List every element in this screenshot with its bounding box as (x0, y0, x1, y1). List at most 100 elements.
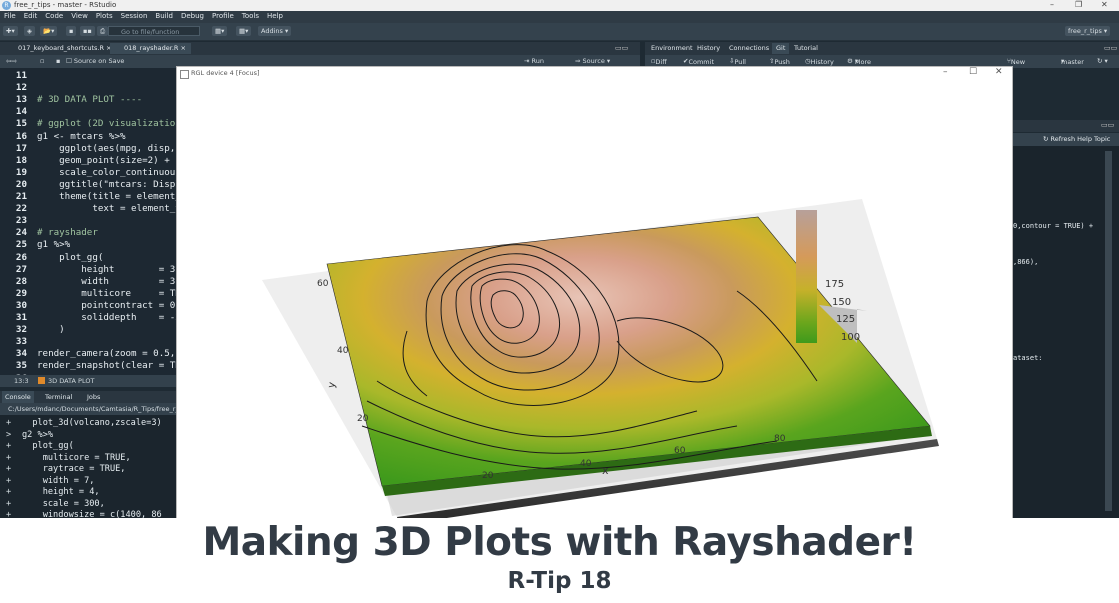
print-icon[interactable]: ⎙ (97, 26, 109, 36)
code-line[interactable]: 24 # rayshader (0, 227, 176, 239)
section-name[interactable]: 3D DATA PLOT (48, 375, 94, 387)
minimize-icon[interactable]: – (1050, 0, 1054, 9)
code-line[interactable]: 17 ggplot(aes(mpg, disp, c (0, 143, 176, 155)
code-line[interactable]: 11 (0, 70, 176, 82)
code-text: ) (37, 324, 65, 336)
project-menu[interactable]: free_r_tips ▾ (1065, 26, 1111, 36)
console-output[interactable]: + plot_3d(volcano,zscale=3) > g2 %>% + plot… (0, 415, 176, 525)
x-tick-label: 20 (482, 471, 494, 481)
workspace-panes-icon[interactable]: ▦▾ (236, 26, 252, 36)
code-line[interactable]: 13 # 3D DATA PLOT ---- (0, 94, 176, 106)
code-line[interactable]: 18 geom_point(size=2) + (0, 155, 176, 167)
tab-terminal[interactable]: Terminal (42, 391, 75, 403)
menu-tools[interactable]: Tools (238, 11, 263, 21)
code-line[interactable]: 15 # ggplot (2D visualization) (0, 118, 176, 130)
tab-keyboard-shortcuts[interactable]: 017_keyboard_shortcuts.R × (4, 43, 117, 54)
code-line[interactable]: 25 g1 %>% (0, 239, 176, 251)
rgl-close-icon[interactable]: ✕ (995, 67, 1003, 77)
code-line[interactable]: 30 pointcontract = 0.7 (0, 300, 176, 312)
code-line[interactable]: 33 (0, 336, 176, 348)
line-number: 21 (15, 191, 27, 202)
rgl-maximize-icon[interactable]: ☐ (969, 67, 977, 77)
menu-edit[interactable]: Edit (20, 11, 42, 21)
code-text: width = 3.5 (37, 275, 176, 287)
line-number: 30 (15, 299, 27, 311)
code-line[interactable]: 21 theme(title = element_t (0, 191, 176, 203)
close-icon[interactable]: ✕ (1101, 0, 1108, 9)
line-number: 24 (15, 227, 27, 239)
legend-tick-label: 125 (836, 314, 855, 325)
new-file-icon[interactable]: ✚▾ (3, 26, 18, 36)
code-line[interactable]: 34 render_camera(zoom = 0.5, t (0, 348, 176, 360)
code-line[interactable]: 28 width = 3.5 (0, 276, 176, 288)
line-number: 12 (15, 82, 27, 94)
console-tabs: Console Terminal Jobs (0, 391, 176, 403)
new-project-icon[interactable]: ◈ (24, 26, 35, 36)
rgl-title-bar: RGL device 4 [Focus] – ☐ ✕ (177, 67, 1012, 81)
menu-build[interactable]: Build (151, 11, 177, 21)
code-line[interactable]: 27 height = 3, (0, 264, 176, 276)
maximize-icon[interactable]: ❐ (1075, 0, 1082, 9)
refresh-git-icon[interactable]: ↻ ▾ (1097, 56, 1108, 67)
line-number: 15 (15, 118, 27, 130)
back-icon[interactable]: ⇦⇨ (6, 56, 17, 67)
save-file-icon[interactable]: ▪ (56, 56, 60, 67)
pane-minimize-icon[interactable]: ▭▭ (1101, 121, 1114, 129)
tab-tutorial[interactable]: Tutorial (790, 43, 822, 54)
tab-console[interactable]: Console (2, 391, 34, 403)
rgl-device-window[interactable]: RGL device 4 [Focus] – ☐ ✕ 60 40 20 y 20… (176, 66, 1013, 519)
code-line[interactable]: 31 soliddepth = -20 (0, 312, 176, 324)
code-line[interactable]: 14 (0, 106, 176, 118)
rgl-minimize-icon[interactable]: – (943, 67, 948, 77)
pane-minimize-icon[interactable]: ▭▭ (1100, 43, 1119, 54)
addins-button[interactable]: Addins ▾ (258, 26, 292, 36)
tab-rayshader[interactable]: 018_rayshader.R × (110, 43, 191, 54)
menu-profile[interactable]: Profile (208, 11, 238, 21)
code-line[interactable]: 26 plot_gg( (0, 252, 176, 264)
pane-minimize-icon[interactable]: ▭▭ (615, 44, 628, 52)
source-on-save-label: Source on Save (73, 57, 125, 65)
run-label: Run (531, 57, 544, 65)
open-file-icon[interactable]: 📂▾ (40, 26, 58, 36)
tab-jobs[interactable]: Jobs (84, 391, 103, 403)
environment-tabs: Environment History Connections Git Tuto… (645, 42, 1119, 55)
refresh-help-button[interactable]: ↻ Refresh Help Topic (1043, 135, 1110, 144)
editor-tab-label: 018_rayshader.R (124, 44, 179, 52)
tab-history[interactable]: History (693, 43, 724, 54)
code-line[interactable]: 12 (0, 82, 176, 94)
code-line[interactable]: 29 multicore = TRU (0, 288, 176, 300)
y-tick-label: 40 (337, 346, 349, 356)
goto-file-input[interactable]: Go to file/function (108, 26, 200, 36)
menu-session[interactable]: Session (117, 11, 152, 21)
branch-select[interactable]: master ▾ (1061, 56, 1084, 67)
menu-plots[interactable]: Plots (92, 11, 117, 21)
code-line[interactable]: 22 text = element_te (0, 203, 176, 215)
menu-debug[interactable]: Debug (177, 11, 208, 21)
line-number: 11 (15, 70, 27, 81)
save-icon[interactable]: ▪ (66, 26, 77, 36)
rayshader-3d-plot[interactable]: 60 40 20 y 20 40 60 80 x 175 150 125 100 (177, 81, 1012, 518)
code-line[interactable]: 16 g1 <- mtcars %>% (0, 131, 176, 143)
source-on-save-checkbox[interactable]: ☐ Source on Save (66, 56, 124, 67)
menu-view[interactable]: View (67, 11, 92, 21)
line-number: 31 (15, 312, 27, 323)
tab-connections[interactable]: Connections (725, 43, 773, 54)
code-line[interactable]: 20 ggtitle("mtcars: Displa (0, 179, 176, 191)
code-editor[interactable]: 11 12 13 # 3D DATA PLOT ---- 14 15 # ggplot (2… (0, 68, 176, 375)
line-number: 34 (15, 348, 27, 360)
save-all-icon[interactable]: ▪▪ (80, 26, 95, 36)
code-line[interactable]: 32 ) (0, 324, 176, 336)
menu-code[interactable]: Code (41, 11, 67, 21)
tab-git[interactable]: Git (772, 43, 790, 54)
tab-environment[interactable]: Environment (647, 43, 697, 54)
code-line[interactable]: 35 render_snapshot(clear = TRU (0, 360, 176, 372)
editor-tab-label: 017_keyboard_shortcuts.R (18, 44, 104, 52)
console-text: height = 4, (22, 487, 100, 497)
show-in-window-icon[interactable]: ▫ (40, 56, 44, 67)
menu-file[interactable]: File (0, 11, 20, 21)
help-scrollbar[interactable] (1105, 151, 1112, 511)
code-line[interactable]: 23 (0, 215, 176, 227)
menu-help[interactable]: Help (263, 11, 287, 21)
code-line[interactable]: 19 scale_color_continuous( (0, 167, 176, 179)
grid-icon[interactable]: ▦▾ (212, 26, 228, 36)
